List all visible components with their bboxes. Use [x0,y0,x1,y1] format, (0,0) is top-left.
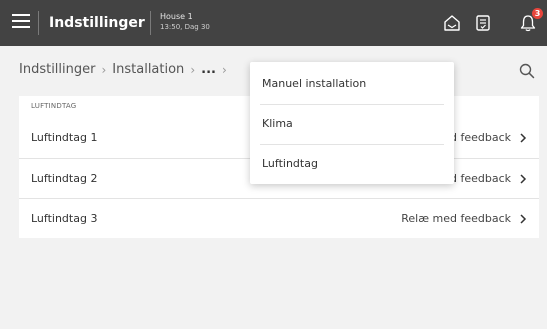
hamburger-icon[interactable] [12,14,30,30]
menu-item-klima[interactable]: Klima [250,104,454,144]
breadcrumb-separator: › [190,62,196,77]
notification-badge: 3 [532,8,543,19]
header-divider [38,11,39,35]
chevron-right-icon [520,214,527,224]
menu-item-label: Manuel installation [262,77,367,90]
breadcrumb: Indstillinger › Installation ›... › [19,62,233,80]
list-item-label: Luftindtag 2 [31,172,98,185]
breadcrumb-separator: › [221,62,227,77]
list-item-label: Luftindtag 1 [31,131,98,144]
breadcrumb-ellipsis[interactable]: ... [201,62,216,77]
menu-item-luftindtag[interactable]: Luftindtag [250,144,454,184]
menu-item-label: Klima [262,117,293,130]
house-name: House 1 [160,12,193,21]
menu-item-manuel-installation[interactable]: Manuel installation [250,64,454,104]
app-title: Indstillinger [49,15,145,31]
breadcrumb-item-installation[interactable]: Installation [112,62,184,77]
chevron-right-icon [520,174,527,184]
clipboard-icon[interactable] [473,13,493,33]
search-icon[interactable] [518,62,536,80]
header-divider [150,11,151,35]
breadcrumb-separator: › [101,62,107,77]
list-item[interactable]: Luftindtag 3 Relæ med feedback [19,198,539,239]
list-item-label: Luftindtag 3 [31,212,98,225]
house-time: 13:50, Dag 30 [160,23,210,31]
list-item-value: Relæ med feedback [401,212,511,225]
top-app-bar: Indstillinger House 1 13:50, Dag 30 3 [0,0,547,46]
home-icon[interactable] [442,13,462,33]
breadcrumb-dropdown-menu: Manuel installation Klima Luftindtag [250,62,454,184]
breadcrumb-item-indstillinger[interactable]: Indstillinger [19,62,95,77]
chevron-right-icon [520,133,527,143]
house-selector[interactable]: House 1 13:50, Dag 30 [160,12,210,32]
section-label: LUFTINDTAG [31,102,77,110]
menu-item-label: Luftindtag [262,157,318,170]
